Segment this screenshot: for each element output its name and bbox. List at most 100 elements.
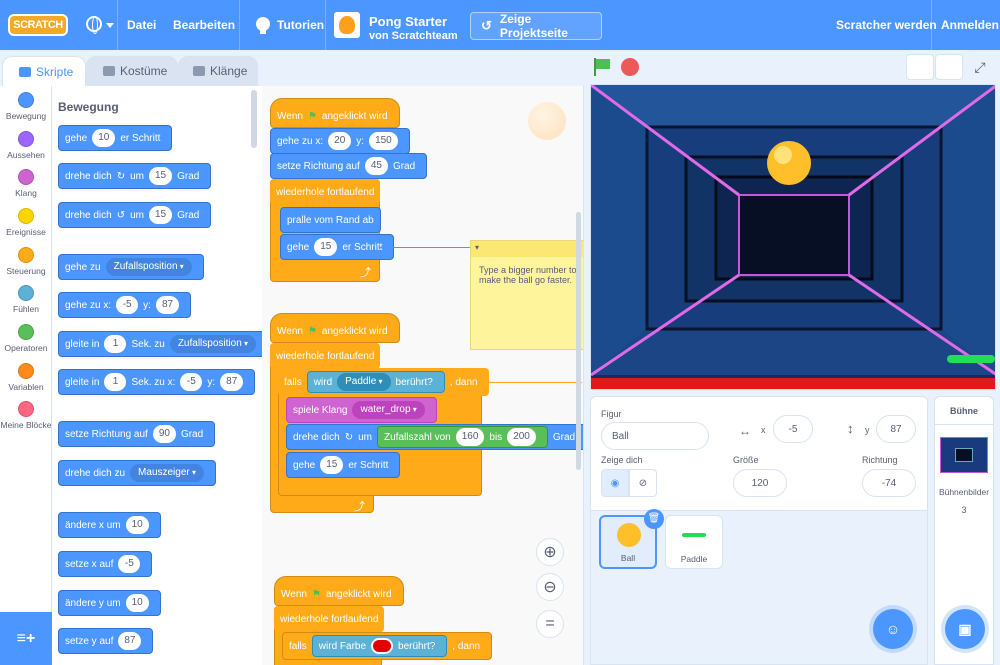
set-y-block[interactable]: setze y auf 87 — [58, 628, 154, 654]
turn-right-block[interactable]: drehe dich ↻ um Zufallszahl von 160 bis 200 Gra… — [286, 424, 583, 450]
touching-block[interactable]: wird Paddle berührt? — [306, 371, 445, 393]
block-input[interactable]: -5 — [180, 373, 203, 391]
category-events[interactable]: Ereignisse — [0, 208, 52, 237]
green-flag-button[interactable] — [594, 58, 612, 76]
block-dropdown[interactable]: Zufallsposition — [169, 335, 256, 353]
block-input[interactable]: -5 — [116, 296, 139, 314]
add-extension-button[interactable]: ≡+ — [0, 612, 52, 665]
block-input[interactable]: 20 — [328, 132, 352, 150]
move-steps-block[interactable]: gehe 10 er Schritt — [58, 125, 173, 151]
block-input[interactable]: 87 — [220, 373, 244, 391]
size-input[interactable]: 120 — [733, 469, 787, 497]
sprite-thumb-ball[interactable]: Ball 🗑 — [599, 509, 664, 569]
goto-xy-block[interactable]: gehe zu x: -5 y: 87 — [58, 292, 192, 318]
comment-note[interactable]: ▾ Type a bigger number to make the ball g… — [470, 240, 583, 350]
x-input[interactable]: -5 — [773, 415, 813, 443]
delete-sprite-button[interactable]: 🗑 — [644, 509, 664, 529]
glide-block[interactable]: gleite in 1 Sek. zu Zufallsposition — [58, 331, 262, 357]
sign-in-link[interactable]: Anmelden — [941, 0, 999, 50]
move-steps-block[interactable]: gehe 15 er Schritt — [286, 452, 401, 478]
edit-menu[interactable]: Bearbeiten — [173, 0, 235, 50]
category-looks[interactable]: Aussehen — [0, 131, 52, 160]
when-flag-clicked-hat[interactable]: Wenn ⚑ angeklickt wird — [274, 576, 404, 606]
set-x-block[interactable]: setze x auf -5 — [58, 551, 153, 577]
block-input[interactable]: 1 — [104, 335, 127, 353]
block-input[interactable]: 200 — [507, 428, 536, 446]
when-flag-clicked-hat[interactable]: Wenn ⚑ angeklickt wird — [270, 98, 400, 128]
show-hidden-button[interactable]: ⊘ — [629, 469, 657, 497]
category-variables[interactable]: Variablen — [0, 363, 52, 392]
file-menu[interactable]: Datei — [127, 0, 156, 50]
sprite-name-input[interactable]: Ball — [601, 422, 709, 450]
category-control[interactable]: Steuerung — [0, 247, 52, 276]
tab-costumes[interactable]: Kostüme — [86, 56, 178, 86]
block-dropdown[interactable]: Mauszeiger — [130, 464, 204, 482]
zoom-out-button[interactable]: ⊖ — [536, 573, 564, 601]
point-towards-block[interactable]: drehe dich zu Mauszeiger — [58, 460, 216, 486]
if-block[interactable]: falls wird Farbe berührt? , dann — [282, 632, 493, 660]
block-input[interactable]: 160 — [455, 428, 485, 446]
point-direction-block[interactable]: setze Richtung auf 90 Grad — [58, 421, 216, 447]
block-dropdown[interactable]: Paddle — [337, 373, 391, 391]
block-input[interactable]: 15 — [149, 206, 173, 224]
tutorials-menu[interactable]: Tutorien — [277, 0, 324, 50]
y-input[interactable]: 87 — [876, 415, 916, 443]
note-collapse-icon[interactable]: ▾ — [475, 243, 479, 252]
block-dropdown[interactable]: water_drop — [352, 401, 425, 419]
zoom-reset-button[interactable]: = — [536, 610, 564, 638]
block-input[interactable]: 45 — [364, 157, 388, 175]
stage-canvas[interactable] — [590, 84, 996, 390]
sprite-thumb-paddle[interactable]: Paddle — [665, 515, 723, 569]
fullscreen-icon[interactable]: ⤢ — [966, 54, 994, 80]
point-direction-block[interactable]: setze Richtung auf 45 Grad — [270, 153, 428, 179]
play-sound-block[interactable]: spiele Klang water_drop — [286, 397, 437, 423]
script-area[interactable]: Wenn ⚑ angeklickt wird gehe zu x: 20 y: 150 s… — [262, 86, 584, 665]
stop-button[interactable] — [621, 58, 639, 76]
turn-right-block[interactable]: drehe dich ↻ um 15 Grad — [58, 163, 212, 189]
category-motion[interactable]: Bewegung — [0, 92, 52, 121]
goto-block[interactable]: gehe zu Zufallsposition — [58, 254, 204, 280]
move-steps-block[interactable]: gehe 15 er Schritt — [280, 234, 395, 260]
category-sensing[interactable]: Fühlen — [0, 285, 52, 314]
block-input[interactable]: 15 — [149, 167, 173, 185]
block-input[interactable]: 87 — [155, 296, 180, 314]
tab-sounds[interactable]: Klänge — [178, 56, 258, 86]
palette-scrollbar[interactable] — [251, 90, 257, 148]
project-page-button[interactable]: ↺ Zeige Projektseite — [470, 12, 602, 40]
when-flag-clicked-hat[interactable]: Wenn ⚑ angeklickt wird — [270, 313, 400, 343]
block-input[interactable]: 150 — [369, 132, 398, 150]
goto-xy-block[interactable]: gehe zu x: 20 y: 150 — [270, 128, 410, 154]
script-scrollbar[interactable] — [576, 212, 581, 470]
category-my-blocks[interactable]: Meine Blöcke — [0, 401, 52, 430]
stage-target-panel[interactable]: Bühne Bühnenbilder 3 ▣ — [934, 396, 994, 665]
small-stage-button[interactable] — [906, 54, 934, 80]
choose-backdrop-button[interactable]: ▣ — [945, 609, 985, 649]
random-number-block[interactable]: Zufallszahl von 160 bis 200 — [377, 426, 548, 448]
block-input[interactable]: -5 — [118, 555, 141, 573]
color-swatch[interactable] — [371, 638, 394, 654]
block-input[interactable]: 90 — [152, 425, 176, 443]
category-operators[interactable]: Operatoren — [0, 324, 52, 353]
join-scratch-link[interactable]: Scratcher werden — [836, 0, 937, 50]
large-stage-button[interactable] — [935, 54, 963, 80]
category-sound[interactable]: Klang — [0, 169, 52, 198]
block-input[interactable]: 15 — [320, 456, 344, 474]
block-input[interactable]: 87 — [118, 632, 142, 650]
glide-xy-block[interactable]: gleite in 1 Sek. zu x: -5 y: 87 — [58, 369, 256, 395]
block-input[interactable]: 1 — [104, 373, 127, 391]
block-input[interactable]: 15 — [314, 238, 338, 256]
language-globe-icon[interactable] — [86, 16, 102, 34]
choose-sprite-button[interactable]: ☺ — [873, 609, 913, 649]
project-author[interactable]: Scratchteam — [392, 30, 458, 42]
block-input[interactable]: 10 — [125, 516, 149, 534]
zoom-in-button[interactable]: ⊕ — [536, 538, 564, 566]
show-visible-button[interactable]: ◉ — [601, 469, 629, 497]
direction-input[interactable]: -74 — [862, 469, 916, 497]
bounce-on-edge-block[interactable]: pralle vom Rand ab — [280, 207, 381, 233]
project-title[interactable]: Pong Starter — [369, 14, 447, 29]
block-input[interactable]: 10 — [92, 129, 116, 147]
touching-color-block[interactable]: wird Farbe berührt? — [311, 635, 448, 657]
change-x-block[interactable]: ändere x um 10 — [58, 512, 161, 538]
change-y-block[interactable]: ändere y um 10 — [58, 590, 161, 616]
block-input[interactable]: 10 — [125, 594, 149, 612]
